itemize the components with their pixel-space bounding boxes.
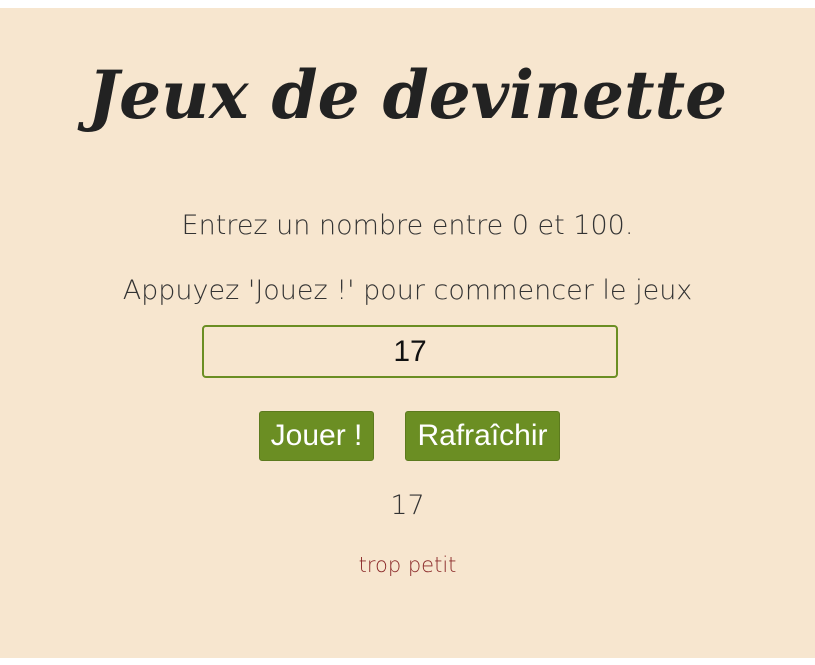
feedback-message: trop petit <box>358 553 457 577</box>
page-title: Jeux de devinette <box>87 56 728 134</box>
guess-input[interactable] <box>202 325 618 378</box>
game-panel: Jeux de devinette Entrez un nombre entre… <box>0 8 815 658</box>
last-guess-display: 17 <box>390 490 425 521</box>
instruction-start: Appuyez 'Jouez !' pour commencer le jeux <box>122 275 693 306</box>
refresh-button[interactable]: Rafraîchir <box>405 411 560 461</box>
play-button[interactable]: Jouer ! <box>259 411 374 461</box>
instruction-range: Entrez un nombre entre 0 et 100. <box>181 210 634 241</box>
